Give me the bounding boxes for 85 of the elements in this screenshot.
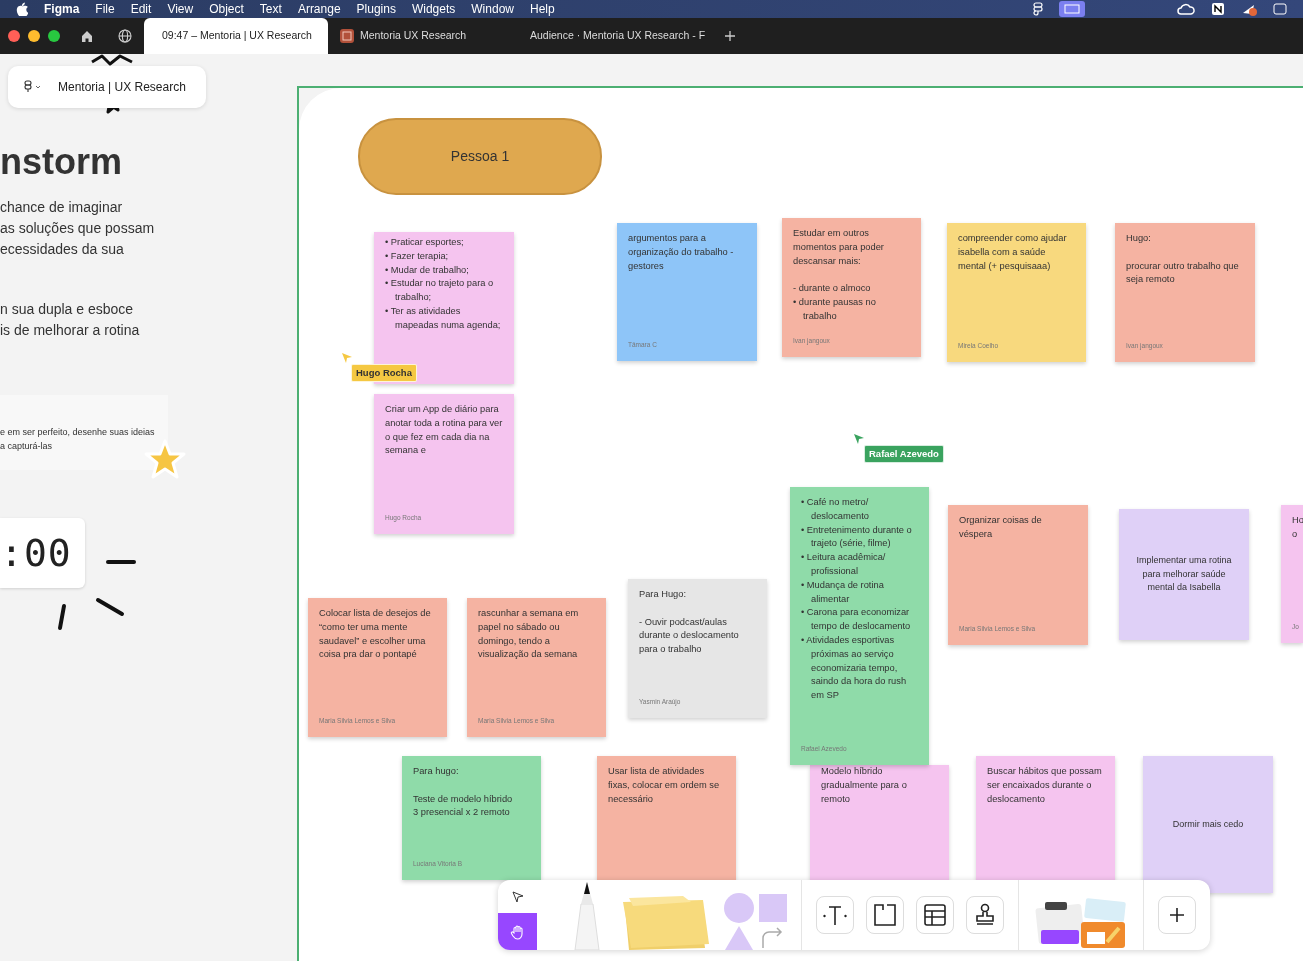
browser-tab[interactable]: Audience · Mentoria UX Research - F xyxy=(512,18,712,54)
cloud-icon[interactable] xyxy=(1177,2,1195,16)
figma-icon[interactable] xyxy=(24,80,42,94)
menu-item[interactable]: Plugins xyxy=(356,0,396,18)
timer-display: :00 xyxy=(0,529,72,577)
menu-item[interactable]: Object xyxy=(209,0,244,18)
home-icon[interactable] xyxy=(80,29,94,43)
board-icon xyxy=(340,29,354,43)
sticky-note[interactable] xyxy=(790,487,929,765)
notion-icon[interactable] xyxy=(1211,2,1225,16)
note-text: Usar lista de atividades fixas, colocar em ordem se necessário xyxy=(608,765,721,806)
note-text: Dormir mais cedo xyxy=(1172,817,1244,831)
list-item: • Mudança de rotina alimentar xyxy=(801,578,885,606)
widgets-drawing[interactable] xyxy=(1033,896,1129,950)
section-label: Pessoa 1 xyxy=(358,118,602,195)
list-item: • Praticar esportes; xyxy=(385,236,465,249)
text-tool[interactable] xyxy=(816,896,854,934)
note-text: Modelo híbrido gradualmente para o remoto xyxy=(821,765,908,806)
text-tool-icon xyxy=(823,903,847,927)
cursor-arrow-icon xyxy=(511,890,524,903)
note-text: Hugo: procurar outro trabalho que seja remoto xyxy=(1126,232,1240,287)
hand-icon xyxy=(509,923,526,940)
window-control-icon[interactable] xyxy=(28,30,40,42)
window-control-icon[interactable] xyxy=(8,30,20,42)
note-text: Colocar lista de desejos de “como ter uma mente saudavel” e escolher uma coisa pra dar o pontapé xyxy=(319,607,432,662)
list-item: • Estudar no trajeto para o trabalho; xyxy=(385,277,495,305)
list-item: • durante pausas no trabalho xyxy=(793,296,877,323)
cursor-icon xyxy=(853,433,865,445)
stamp-tool[interactable] xyxy=(966,896,1004,934)
list-item: • Leitura acadêmica/ profissional xyxy=(801,551,887,578)
menu-item[interactable]: Text xyxy=(259,0,282,18)
cursor-icon xyxy=(341,352,353,364)
menu-item[interactable]: Window xyxy=(471,0,514,18)
stamp-icon xyxy=(974,903,996,927)
menu-item[interactable]: Widgets xyxy=(411,0,456,18)
figma-icon[interactable] xyxy=(1033,2,1043,16)
plus-icon[interactable] xyxy=(724,30,736,42)
menu-item[interactable]: Help xyxy=(530,0,555,18)
menu-item[interactable]: File xyxy=(95,0,115,18)
paragraph: chance de imaginar as soluções que possam ecessidades da sua xyxy=(0,198,155,259)
hand-tool[interactable] xyxy=(498,913,537,950)
apple-icon xyxy=(16,2,28,16)
browser-tab[interactable]: Mentoria UX Research xyxy=(328,18,512,54)
note-text: Para Hugo: - Ouvir podcast/aulas durante o deslocamento para o trabalho xyxy=(639,588,740,657)
window-control-icon[interactable] xyxy=(48,30,60,42)
list-item: • Café no metro/ deslocamento xyxy=(801,496,870,523)
cursor-label: Hugo Rocha xyxy=(351,364,417,383)
sticky-note[interactable]: Modelo híbrido gradualmente para o remoto xyxy=(810,765,949,880)
menu-item[interactable]: Arrange xyxy=(297,0,341,18)
control-center-icon[interactable] xyxy=(1273,2,1287,16)
list-item: • Atividades esportivas próximas ao serviço economizaria tempo, saindo da hora do rush em SP xyxy=(801,633,908,703)
app-name[interactable]: Figma xyxy=(44,0,80,18)
section-tool[interactable] xyxy=(866,896,904,934)
heading: nstorm xyxy=(0,140,122,184)
note-text: Buscar hábitos que possam ser encaixados durante o deslocamento xyxy=(987,765,1103,806)
menu-item[interactable]: View xyxy=(167,0,194,18)
cursor-label: Rafael Azevedo xyxy=(864,445,944,464)
globe-icon[interactable] xyxy=(118,29,132,43)
sticky-note[interactable]: Usar lista de atividades fixas, colocar em ordem se necessário xyxy=(597,756,736,880)
list-item: • Fazer terapia; xyxy=(385,249,450,263)
list-item: • Ter as atividades mapeadas numa agenda; xyxy=(385,305,502,332)
menu-item[interactable]: Edit xyxy=(130,0,152,18)
screen-share-icon[interactable] xyxy=(1059,1,1085,17)
sticky-note[interactable]: Implementar uma rotina para melhorar saúde mental da Isabella xyxy=(1119,509,1249,640)
add-tool[interactable] xyxy=(1158,896,1196,934)
list-item: • Carona para economizar tempo de deslocamento xyxy=(801,606,912,634)
browser-tab[interactable]: 09:47 – Mentoria | UX Research xyxy=(144,18,328,54)
paragraph: n sua dupla e esboce is de melhorar a rotina xyxy=(0,300,140,340)
note-text: rascunhar a semana em papel no sábado ou domingo, tendo a visualização da semana xyxy=(478,607,580,662)
table-icon xyxy=(923,903,947,927)
list-item: • Mudar de trabalho; xyxy=(385,263,470,277)
note-text: compreender como ajudar isabella com a saúde mental (+ pesquisaaa) xyxy=(958,232,1068,273)
note-text: Implementar uma rotina para melhorar saúde mental da Isabella xyxy=(1136,553,1232,595)
table-tool[interactable] xyxy=(916,896,954,934)
note-text: Criar um App de diário para anotar toda a rotina para ver o que fez em cada dia na semana e xyxy=(385,403,503,458)
note-text: Para hugo: Teste de modelo híbrido 3 presencial x 2 remoto xyxy=(413,765,514,820)
plus-icon xyxy=(1168,906,1186,924)
list-item: • Entretenimento durante o trajeto (série, filme) xyxy=(801,523,913,551)
note-text: Ho o xyxy=(1292,514,1303,541)
sticky-note[interactable]: Buscar hábitos que possam ser encaixados durante o deslocamento xyxy=(976,756,1115,880)
tip-text: e em ser perfeito, desenhe suas ideias a capturá-las xyxy=(0,426,155,453)
sticky-note[interactable]: Dormir mais cedo xyxy=(1143,756,1273,893)
note-text: Organizar coisas de véspera xyxy=(959,514,1043,541)
section-icon xyxy=(873,903,897,927)
note-text: argumentos para a organização do trabalho - gestores xyxy=(628,232,735,273)
